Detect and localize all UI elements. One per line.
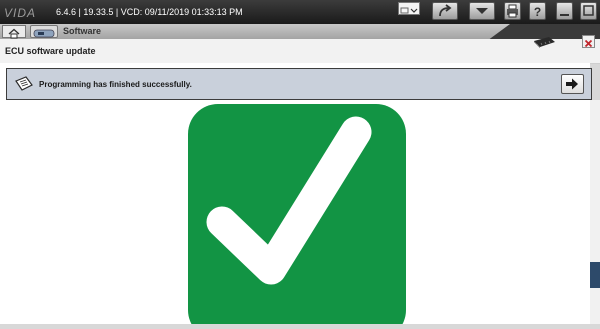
- ecu-chip-icon: [531, 35, 557, 54]
- next-button[interactable]: [561, 74, 584, 94]
- scrollbar[interactable]: [590, 100, 600, 324]
- svg-text:?: ?: [534, 5, 541, 19]
- help-button[interactable]: ?: [529, 2, 546, 20]
- software-tab[interactable]: [30, 25, 58, 38]
- close-icon: [584, 39, 593, 48]
- home-icon: [8, 28, 20, 39]
- help-icon: ?: [534, 5, 541, 19]
- document-icon: [14, 75, 34, 98]
- status-message: Programming has finished successfully.: [39, 80, 192, 89]
- breadcrumb: Software: [63, 26, 102, 36]
- maximize-icon: [583, 5, 594, 16]
- chevron-down-icon: [400, 7, 418, 14]
- dropdown-button[interactable]: [469, 2, 495, 20]
- app-logo: VIDA: [4, 6, 37, 20]
- home-tab[interactable]: [2, 25, 26, 39]
- page-title: ECU software update: [5, 46, 96, 56]
- close-page-button[interactable]: [582, 35, 595, 48]
- minimize-icon: [560, 14, 569, 16]
- window-mode-control[interactable]: [398, 2, 420, 15]
- share-arrow-icon: [439, 4, 452, 17]
- print-button[interactable]: [504, 2, 521, 20]
- dropdown-icon: [476, 8, 488, 14]
- scrollbar-thumb[interactable]: [590, 262, 600, 288]
- minimize-button[interactable]: [556, 2, 573, 20]
- version-info: 6.4.6 | 19.33.5 | VCD: 09/11/2019 01:33:…: [56, 7, 243, 17]
- arrow-right-icon: [566, 78, 578, 90]
- print-icon: [507, 4, 518, 18]
- maximize-button[interactable]: [580, 2, 597, 20]
- software-icon: [33, 29, 55, 38]
- success-check-icon: [188, 104, 406, 329]
- share-button[interactable]: [432, 2, 458, 20]
